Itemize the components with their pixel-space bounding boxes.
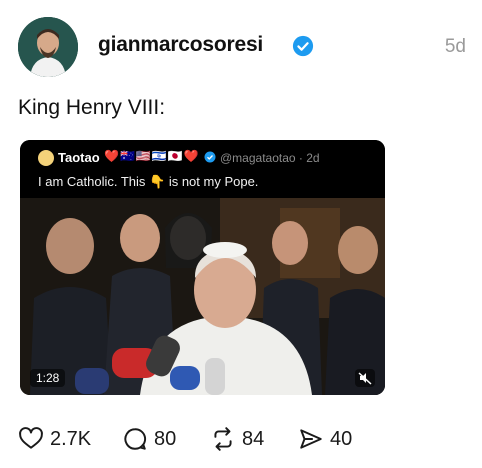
- tweet-author-emojis: ❤️🇦🇺🇺🇸🇮🇱🇯🇵❤️: [104, 149, 200, 163]
- video-media[interactable]: Taotao ❤️🇦🇺🇺🇸🇮🇱🇯🇵❤️ @magataotao · 2d I a…: [20, 140, 385, 395]
- share-count: 40: [330, 427, 353, 450]
- embedded-tweet-header: Taotao ❤️🇦🇺🇺🇸🇮🇱🇯🇵❤️ @magataotao · 2d I a…: [20, 140, 385, 198]
- tweet-avatar: [38, 150, 54, 166]
- tweet-author-name: Taotao: [58, 150, 100, 165]
- repost-button[interactable]: 84: [210, 426, 264, 452]
- reply-count: 80: [154, 427, 177, 450]
- video-duration: 1:28: [30, 369, 66, 387]
- heart-icon: [19, 427, 43, 449]
- repost-count: 84: [242, 427, 265, 450]
- username[interactable]: gianmarcosoresi: [98, 33, 263, 57]
- send-icon: [300, 429, 322, 449]
- mute-icon: [358, 372, 372, 385]
- comment-icon: [124, 428, 147, 450]
- profile-avatar[interactable]: [18, 17, 78, 77]
- tweet-verified-icon: [204, 151, 216, 163]
- video-frame: [20, 198, 385, 395]
- tweet-text: I am Catholic. This 👇 is not my Pope.: [38, 174, 259, 189]
- verified-badge-icon: [292, 35, 314, 57]
- like-button[interactable]: 2.7K: [18, 426, 91, 452]
- tweet-handle: @magataotao · 2d: [220, 151, 320, 165]
- avatar-image: [18, 17, 78, 77]
- reply-button[interactable]: 80: [122, 426, 176, 452]
- post-time: 5d: [444, 36, 466, 57]
- mute-button[interactable]: [355, 369, 375, 387]
- post-text: King Henry VIII:: [18, 96, 166, 119]
- like-count: 2.7K: [50, 427, 92, 450]
- repost-icon: [214, 427, 232, 451]
- share-button[interactable]: 40: [298, 426, 352, 452]
